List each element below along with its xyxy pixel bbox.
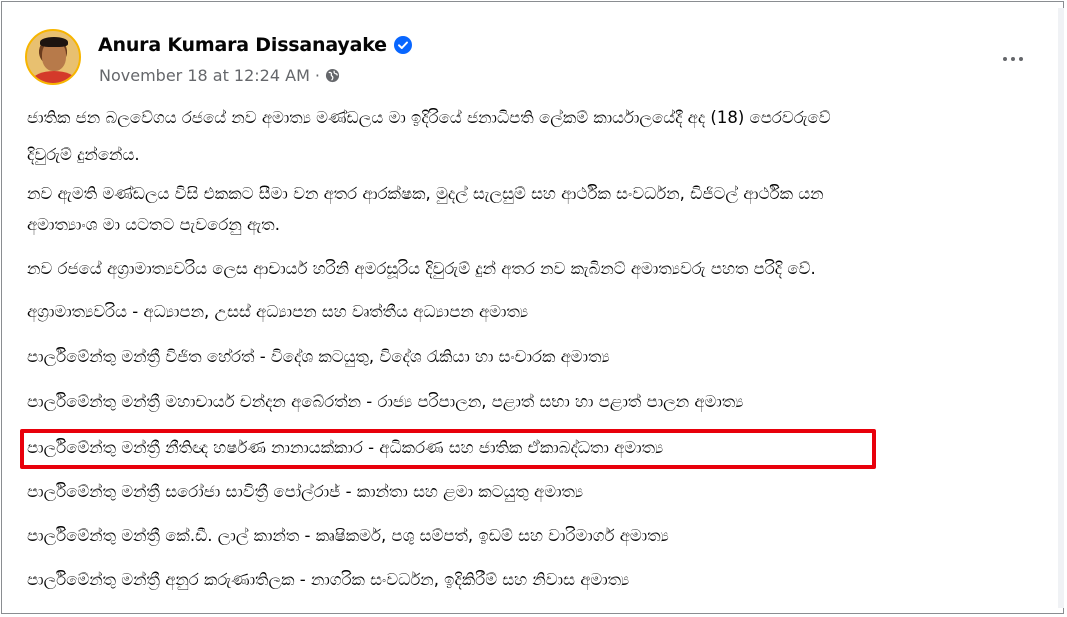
author-name[interactable]: Anura Kumara Dissanayake (98, 34, 387, 56)
avatar-hair (40, 37, 68, 47)
dot (1003, 57, 1007, 61)
verified-badge-icon (393, 36, 412, 54)
post-text-line: පාර්ලිමේන්තු මන්ත්‍රී අනුර කරුණාතිලක - න… (27, 570, 630, 589)
post-meta: November 18 at 12:24 AM · (99, 64, 340, 86)
scrollbar[interactable] (1058, 8, 1064, 608)
avatar-shirt (32, 71, 76, 83)
post-text-line: පාර්ලිමේන්තු මන්ත්‍රී සරෝජා සාවිත්‍රී පෝ… (27, 482, 584, 501)
post-text-line: අමාත්‍යාංශ මා යටතට පැවරෙනු ඇත. (27, 215, 280, 234)
dot (1019, 57, 1023, 61)
post-text-line: පාර්ලිමේන්තු මන්ත්‍රී කේ.ඩී. ලාල් කාන්ත … (27, 526, 669, 545)
facebook-post: Anura Kumara Dissanayake November 18 at … (0, 0, 1050, 617)
globe-icon[interactable] (325, 68, 340, 83)
post-text-line: පාර්ලිමේන්තු මන්ත්‍රී මහාචාර්ය චන්දන අබේ… (27, 392, 744, 411)
author-row: Anura Kumara Dissanayake (98, 32, 412, 58)
more-options-icon[interactable] (995, 45, 1031, 73)
post-timestamp[interactable]: November 18 at 12:24 AM (99, 66, 310, 85)
meta-separator: · (314, 65, 320, 85)
avatar[interactable] (25, 29, 81, 85)
post-text-line: අග්‍රාමාත්‍යවරිය - අධ්‍යාපන, උසස් අධ්‍යා… (27, 302, 529, 321)
post-text-line: පාර්ලිමේන්තු මන්ත්‍රී විජිත හේරත් - විදේ… (27, 347, 610, 366)
highlight-box (20, 429, 876, 469)
post-text-line: ජාතික ජන බලවේගය රජයේ නව අමාත්‍ය මණ්ඩලය ම… (27, 108, 831, 127)
post-text-line: දිවුරුම් දුන්නේය. (27, 145, 140, 164)
post-text-line: නව රජයේ අග්‍රාමාත්‍යවරිය ලෙස ආචාර්ය හරින… (27, 259, 816, 278)
dot (1011, 57, 1015, 61)
